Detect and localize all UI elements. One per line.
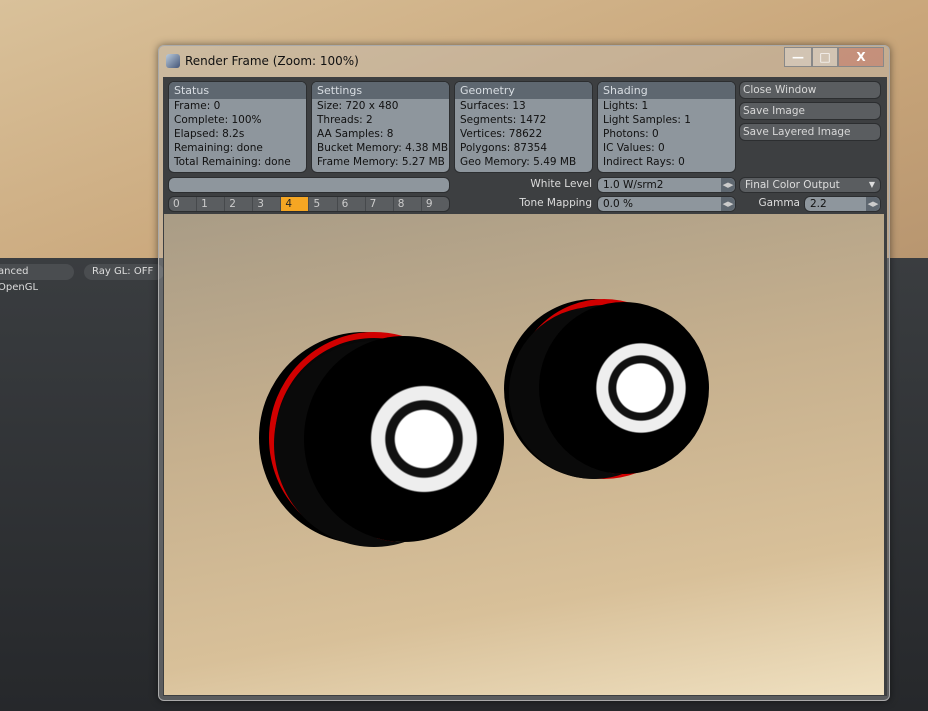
geometry-panel: Geometry Surfaces: 13 Segments: 1472 Ver… [454,81,593,173]
maximize-button[interactable]: □ [812,47,838,67]
status-complete: Complete: 100% [174,114,262,126]
shading-photons: Photons: 0 [603,128,659,140]
opengl-button[interactable]: anced OpenGL [0,264,74,293]
shading-panel: Shading Lights: 1 Light Samples: 1 Photo… [597,81,736,173]
app-icon [166,54,180,68]
geometry-polygons: Polygons: 87354 [460,142,548,154]
rendered-image [164,214,884,695]
frame-4[interactable]: 4 [281,197,310,211]
output-dropdown[interactable]: Final Color Output ▼ [739,177,881,193]
chevron-down-icon: ▼ [868,180,875,189]
settings-aa-samples: AA Samples: 8 [317,128,394,140]
shading-lights: Lights: 1 [603,100,649,112]
spinner-icon[interactable]: ◀▶ [721,178,735,192]
status-remaining: Remaining: done [174,142,263,154]
render-progress-bar [168,177,450,193]
status-frame: Frame: 0 [174,100,221,112]
panel-title: Geometry [455,82,592,99]
geometry-memory: Geo Memory: 5.49 MB [460,156,577,168]
panel-title: Settings [312,82,449,99]
gamma-value: 2.2 [810,198,827,210]
frame-2[interactable]: 2 [225,197,254,211]
white-level-field[interactable]: 1.0 W/srm2 ◀▶ [597,177,736,193]
white-level-label: White Level [530,178,592,190]
gamma-field[interactable]: 2.2 ◀▶ [804,196,881,212]
settings-frame-memory: Frame Memory: 5.27 MB [317,156,445,168]
frame-8[interactable]: 8 [394,197,422,211]
speaker-back-face [539,302,709,474]
shading-indirect-rays: Indirect Rays: 0 [603,156,685,168]
frame-9[interactable]: 9 [422,197,449,211]
spinner-icon[interactable]: ◀▶ [866,197,880,211]
frame-6[interactable]: 6 [338,197,366,211]
frame-selector: 0 1 2 3 4 5 6 7 8 9 [168,196,450,212]
settings-panel: Settings Size: 720 x 480 Threads: 2 AA S… [311,81,450,173]
panel-title: Status [169,82,306,99]
settings-bucket-memory: Bucket Memory: 4.38 MB [317,142,449,154]
white-level-value: 1.0 W/srm2 [603,179,664,191]
output-value: Final Color Output [745,179,840,191]
close-window-x-button[interactable]: X [838,47,884,67]
status-panel: Status Frame: 0 Complete: 100% Elapsed: … [168,81,307,173]
shading-light-samples: Light Samples: 1 [603,114,691,126]
window-title: Render Frame (Zoom: 100%) [185,54,359,68]
tone-mapping-value: 0.0 % [603,198,634,210]
gamma-label: Gamma [758,197,800,209]
frame-5[interactable]: 5 [309,197,338,211]
save-layered-image-button[interactable]: Save Layered Image [739,123,881,141]
shading-ic-values: IC Values: 0 [603,142,665,154]
tone-mapping-field[interactable]: 0.0 % ◀▶ [597,196,736,212]
frame-3[interactable]: 3 [253,197,282,211]
speaker-front-face [304,336,504,542]
spinner-icon[interactable]: ◀▶ [721,197,735,211]
save-image-button[interactable]: Save Image [739,102,881,120]
frame-7[interactable]: 7 [366,197,394,211]
minimize-button[interactable]: — [784,47,812,67]
tone-mapping-label: Tone Mapping [519,197,592,209]
close-window-button[interactable]: Close Window [739,81,881,99]
frame-0[interactable]: 0 [169,197,198,211]
status-elapsed: Elapsed: 8.2s [174,128,245,140]
geometry-segments: Segments: 1472 [460,114,547,126]
panel-title: Shading [598,82,735,99]
settings-threads: Threads: 2 [317,114,373,126]
geometry-vertices: Vertices: 78622 [460,128,543,140]
status-total-remaining: Total Remaining: done [174,156,291,168]
geometry-surfaces: Surfaces: 13 [460,100,526,112]
settings-size: Size: 720 x 480 [317,100,399,112]
frame-1[interactable]: 1 [197,197,226,211]
raygl-button[interactable]: Ray GL: OFF [84,264,164,280]
